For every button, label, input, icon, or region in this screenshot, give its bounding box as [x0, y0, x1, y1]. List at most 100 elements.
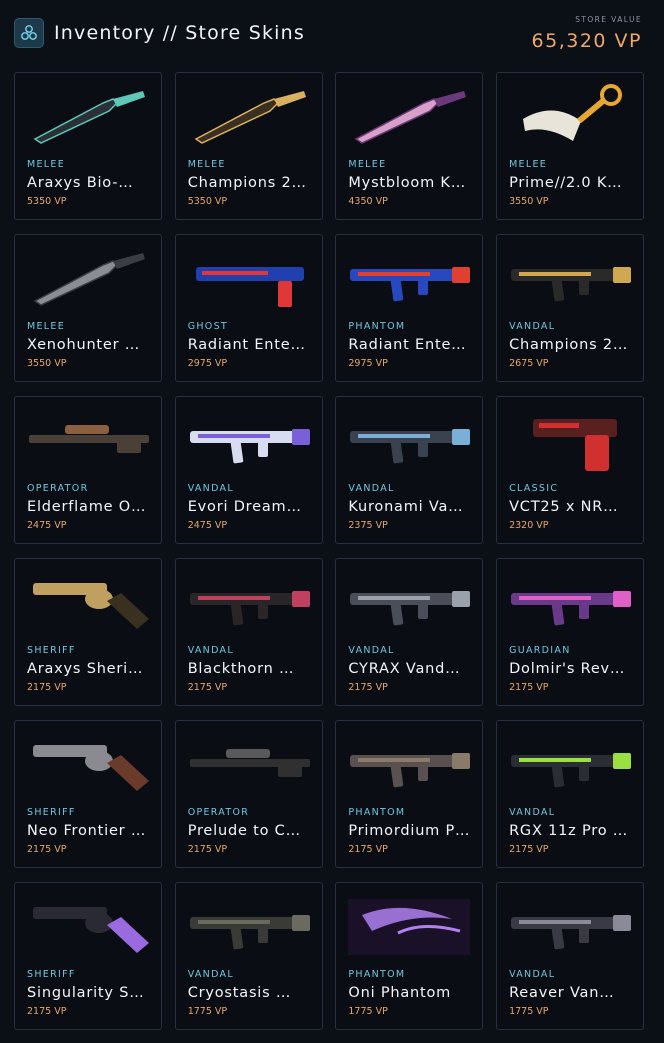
- skin-card[interactable]: MELEE Prime//2.0 K… 3550 VP: [496, 72, 645, 220]
- skin-price: 2320 VP: [509, 520, 549, 531]
- skin-name: Cryostasis …: [187, 985, 292, 1001]
- skin-price: 2175 VP: [509, 682, 549, 693]
- skin-price: 2175 VP: [27, 844, 67, 855]
- skin-card[interactable]: PHANTOM Oni Phantom 1775 VP: [335, 882, 484, 1030]
- skin-weapon-type: PHANTOM: [348, 321, 406, 332]
- skin-card[interactable]: VANDAL Cryostasis … 1775 VP: [174, 882, 323, 1030]
- app-logo-icon[interactable]: [14, 18, 44, 48]
- skin-price: 2175 VP: [348, 844, 388, 855]
- skin-name: Reaver Van…: [509, 985, 615, 1001]
- store-value-amount: 65,320 VP: [531, 30, 642, 52]
- skin-weapon-type: CLASSIC: [509, 483, 559, 494]
- skin-name: Prelude to C…: [187, 823, 301, 839]
- skin-price: 5350 VP: [27, 196, 67, 207]
- skin-card[interactable]: PHANTOM Primordium P… 2175 VP: [335, 720, 484, 868]
- skin-card[interactable]: MELEE Xenohunter … 3550 VP: [14, 234, 162, 382]
- vandal-rifle-icon: [342, 567, 476, 639]
- skin-weapon-type: SHERIFF: [27, 645, 76, 656]
- skin-weapon-type: MELEE: [27, 321, 65, 332]
- skin-card[interactable]: MELEE Araxys Bio-… 5350 VP: [14, 72, 162, 220]
- phantom-rifle-icon: [342, 729, 476, 801]
- skin-weapon-type: VANDAL: [348, 483, 395, 494]
- skin-name: Evori Dream…: [187, 499, 302, 515]
- skin-price: 2175 VP: [187, 682, 228, 693]
- phantom-panel-icon: [342, 891, 476, 963]
- skin-weapon-type: GHOST: [187, 321, 229, 332]
- skin-card[interactable]: VANDAL Blackthorn … 2175 VP: [174, 558, 323, 706]
- vandal-rifle-icon: [182, 405, 316, 477]
- vandal-rifle-icon: [503, 729, 637, 801]
- skin-card[interactable]: CLASSIC VCT25 x NR… 2320 VP: [496, 396, 645, 544]
- skin-card[interactable]: VANDAL Kuronami Va… 2375 VP: [335, 396, 484, 544]
- skin-price: 5350 VP: [187, 196, 228, 207]
- skin-name: Kuronami Va…: [348, 499, 464, 515]
- vandal-rifle-icon: [182, 567, 316, 639]
- skin-name: RGX 11z Pro …: [509, 823, 629, 839]
- skin-name: Radiant Ente…: [187, 337, 306, 353]
- vandal-rifle-icon: [342, 405, 476, 477]
- page-header: Inventory // Store Skins STORE VALUE 65,…: [0, 0, 664, 70]
- skin-card[interactable]: VANDAL CYRAX Vand… 2175 VP: [335, 558, 484, 706]
- skin-card[interactable]: VANDAL RGX 11z Pro … 2175 VP: [496, 720, 645, 868]
- classic-pistol-icon: [503, 405, 637, 477]
- skin-card[interactable]: OPERATOR Elderflame O… 2475 VP: [14, 396, 162, 544]
- skin-grid: MELEE Araxys Bio-… 5350 VP MELEE Champions 2…: [14, 72, 650, 1030]
- skin-weapon-type: MELEE: [348, 159, 387, 170]
- skin-weapon-type: VANDAL: [187, 645, 234, 656]
- melee-karambit-icon: [503, 81, 637, 153]
- melee-knife-icon: [21, 81, 155, 153]
- skin-name: Dolmir's Rev…: [509, 661, 626, 677]
- skin-name: Primordium P…: [348, 823, 471, 839]
- skin-weapon-type: VANDAL: [187, 483, 234, 494]
- skin-card[interactable]: MELEE Champions 2… 5350 VP: [174, 72, 323, 220]
- skin-weapon-type: PHANTOM: [348, 969, 406, 980]
- skin-card[interactable]: GHOST Radiant Ente… 2975 VP: [174, 234, 323, 382]
- skin-name: Neo Frontier …: [27, 823, 147, 839]
- skin-price: 2375 VP: [348, 520, 388, 531]
- skin-name: VCT25 x NR…: [509, 499, 619, 515]
- skin-price: 1775 VP: [348, 1006, 388, 1017]
- skin-weapon-type: VANDAL: [187, 969, 234, 980]
- skin-card[interactable]: SHERIFF Singularity S… 2175 VP: [14, 882, 162, 1030]
- skin-card[interactable]: VANDAL Reaver Van… 1775 VP: [496, 882, 645, 1030]
- skin-price: 2475 VP: [187, 520, 228, 531]
- skin-price: 4350 VP: [348, 196, 388, 207]
- skin-name: Prime//2.0 K…: [509, 175, 623, 191]
- guardian-rifle-icon: [503, 567, 637, 639]
- melee-knife-icon: [21, 243, 155, 315]
- skin-name: Araxys Bio-…: [27, 175, 134, 191]
- skin-card[interactable]: VANDAL Champions 2… 2675 VP: [496, 234, 645, 382]
- skin-weapon-type: SHERIFF: [27, 969, 76, 980]
- skin-weapon-type: SHERIFF: [27, 807, 76, 818]
- skin-price: 2175 VP: [27, 1006, 67, 1017]
- skin-name: Elderflame O…: [27, 499, 147, 515]
- skin-weapon-type: VANDAL: [509, 321, 556, 332]
- skin-price: 2175 VP: [187, 844, 228, 855]
- skin-weapon-type: OPERATOR: [187, 807, 250, 818]
- skin-card[interactable]: OPERATOR Prelude to C… 2175 VP: [174, 720, 323, 868]
- skin-price: 1775 VP: [509, 1006, 549, 1017]
- skin-card[interactable]: SHERIFF Araxys Sheri… 2175 VP: [14, 558, 162, 706]
- sheriff-revolver-icon: [21, 729, 155, 801]
- skin-card[interactable]: SHERIFF Neo Frontier … 2175 VP: [14, 720, 162, 868]
- skin-card[interactable]: PHANTOM Radiant Ente… 2975 VP: [335, 234, 484, 382]
- skin-card[interactable]: GUARDIAN Dolmir's Rev… 2175 VP: [496, 558, 645, 706]
- skin-weapon-type: VANDAL: [348, 645, 395, 656]
- skin-name: Radiant Ente…: [348, 337, 467, 353]
- skin-name: Singularity S…: [27, 985, 145, 1001]
- skin-price: 2675 VP: [509, 358, 549, 369]
- sheriff-revolver-icon: [21, 891, 155, 963]
- skin-price: 2475 VP: [27, 520, 67, 531]
- skin-card[interactable]: MELEE Mystbloom K… 4350 VP: [335, 72, 484, 220]
- operator-sniper-icon: [21, 405, 155, 477]
- phantom-rifle-icon: [342, 243, 476, 315]
- skin-price: 2975 VP: [187, 358, 228, 369]
- sheriff-revolver-icon: [21, 567, 155, 639]
- skin-name: Champions 2…: [187, 175, 307, 191]
- skin-price: 3550 VP: [27, 358, 67, 369]
- skin-price: 1775 VP: [187, 1006, 228, 1017]
- melee-knife-icon: [182, 81, 316, 153]
- skin-price: 2175 VP: [509, 844, 549, 855]
- skin-card[interactable]: VANDAL Evori Dream… 2475 VP: [174, 396, 323, 544]
- melee-knife-icon: [342, 81, 476, 153]
